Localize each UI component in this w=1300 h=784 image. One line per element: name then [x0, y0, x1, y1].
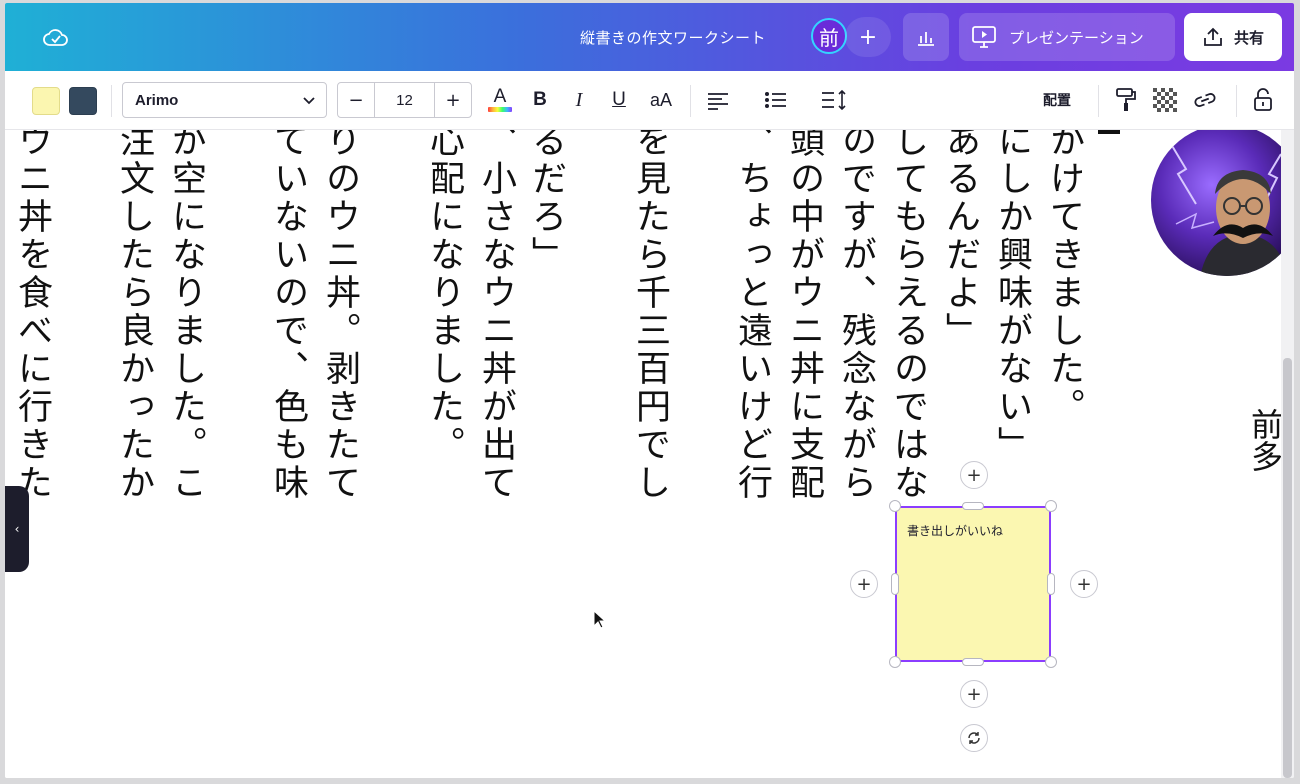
- increase-font-size-button[interactable]: +: [435, 83, 471, 117]
- text-column[interactable]: りのウニ丼。剥きたて: [318, 130, 362, 502]
- link-icon: [1194, 93, 1216, 107]
- text-column[interactable]: を見たら千三百円でし: [628, 130, 672, 502]
- text-color-button[interactable]: A: [485, 85, 515, 115]
- bullet-list-button[interactable]: [763, 85, 789, 115]
- text-column[interactable]: ていないので、色も味: [266, 130, 310, 502]
- dash-mark: [1098, 130, 1120, 134]
- bold-button[interactable]: B: [529, 85, 551, 115]
- resize-handle-bottom-left[interactable]: [889, 656, 901, 668]
- add-right-button[interactable]: +: [1070, 570, 1098, 598]
- resize-handle-top-left[interactable]: [889, 500, 901, 512]
- font-family-dropdown[interactable]: Arimo: [122, 82, 327, 118]
- text-column[interactable]: が空になりました。こ: [164, 130, 208, 502]
- font-size-stepper: − 12 +: [337, 82, 472, 118]
- rainbow-bar: [488, 107, 512, 112]
- rotate-icon: [968, 732, 980, 744]
- text-column[interactable]: 頭の中がウニ丼に支配: [782, 130, 826, 502]
- add-above-button[interactable]: +: [960, 461, 988, 489]
- text-column[interactable]: のですが、残念ながら: [834, 130, 878, 502]
- design-canvas[interactable]: かけてきました。 にしか興味がない」 あるんだよ」 してもらえるのではな のです…: [5, 130, 1281, 778]
- insights-button[interactable]: [903, 13, 949, 61]
- checkerboard-icon: [1153, 88, 1177, 112]
- unlock-icon: [1254, 88, 1272, 111]
- text-color-icon: A: [493, 86, 507, 107]
- add-below-button[interactable]: +: [960, 680, 988, 708]
- rotate-button[interactable]: [960, 724, 988, 752]
- sticky-note-text[interactable]: 書き出しがいいね: [907, 522, 1003, 539]
- copy-style-button[interactable]: [1113, 85, 1139, 115]
- lock-button[interactable]: [1251, 85, 1275, 115]
- toolbar-divider: [1098, 85, 1099, 117]
- presentation-icon: [972, 26, 996, 48]
- cloud-saved-icon[interactable]: [41, 23, 71, 53]
- text-column[interactable]: 心配になりました。: [422, 130, 466, 464]
- editor-toolbar: Arimo − 12 + A B I U aA 配置: [5, 71, 1294, 130]
- letter-case-button[interactable]: aA: [645, 85, 677, 115]
- present-button[interactable]: プレゼンテーション: [959, 13, 1175, 61]
- text-column[interactable]: あるんだよ」: [938, 130, 982, 350]
- text-column[interactable]: してもらえるのではな: [886, 130, 930, 502]
- resize-handle-left[interactable]: [891, 573, 899, 595]
- bullet-list-icon: [765, 92, 786, 108]
- transparency-button[interactable]: [1152, 85, 1178, 115]
- text-column[interactable]: るだろ」: [524, 130, 568, 274]
- line-spacing-button[interactable]: [819, 85, 849, 115]
- text-column[interactable]: 注文したら良かったか: [112, 130, 156, 502]
- text-column[interactable]: にしか興味がない」: [990, 130, 1034, 464]
- app-window: 縦書きの作文ワークシート 前 + プレゼンテーション 共有 Arimo − 12…: [5, 3, 1294, 778]
- mouse-pointer-icon: [593, 610, 607, 629]
- resize-handle-top[interactable]: [962, 502, 984, 510]
- top-header-bar: 縦書きの作文ワークシート 前 + プレゼンテーション 共有: [5, 3, 1294, 71]
- scrollbar-thumb[interactable]: [1283, 358, 1292, 778]
- paint-roller-icon: [1116, 88, 1136, 111]
- presenter-camera-image: [1151, 130, 1281, 276]
- align-left-button[interactable]: [705, 85, 731, 115]
- present-label: プレゼンテーション: [1009, 28, 1144, 47]
- arrange-button[interactable]: 配置: [1035, 85, 1079, 115]
- collapse-side-panel-button[interactable]: ‹: [5, 486, 29, 572]
- text-column[interactable]: 、小さなウニ丼が出て: [474, 130, 518, 502]
- resize-handle-bottom-right[interactable]: [1045, 656, 1057, 668]
- sticky-note[interactable]: 書き出しがいいね: [895, 506, 1051, 662]
- line-spacing-icon: [822, 89, 846, 111]
- resize-handle-right[interactable]: [1047, 573, 1055, 595]
- toolbar-divider: [111, 85, 112, 117]
- share-upload-icon: [1204, 27, 1222, 46]
- share-label: 共有: [1233, 28, 1264, 47]
- fill-color-swatch[interactable]: [32, 87, 60, 115]
- font-size-input[interactable]: 12: [374, 83, 435, 117]
- resize-handle-bottom[interactable]: [962, 658, 984, 666]
- partial-text-right[interactable]: 前多: [1246, 408, 1281, 472]
- invite-button[interactable]: +: [845, 17, 891, 57]
- share-button[interactable]: 共有: [1184, 13, 1282, 61]
- chevron-down-icon: [303, 97, 315, 105]
- italic-button[interactable]: I: [568, 85, 590, 115]
- font-name: Arimo: [135, 91, 179, 109]
- collaborator-avatar[interactable]: 前: [811, 18, 847, 54]
- bar-chart-icon: [918, 32, 934, 46]
- document-title[interactable]: 縦書きの作文ワークシート: [580, 27, 766, 48]
- toolbar-divider: [690, 85, 691, 117]
- toolbar-divider: [1236, 85, 1237, 117]
- underline-button[interactable]: U: [608, 85, 630, 115]
- link-button[interactable]: [1191, 85, 1219, 115]
- text-column[interactable]: かけてきました。: [1042, 130, 1086, 426]
- add-left-button[interactable]: +: [850, 570, 878, 598]
- align-left-icon: [708, 93, 728, 110]
- decrease-font-size-button[interactable]: −: [338, 83, 374, 117]
- text-column[interactable]: 、ちょっと遠いけど行: [730, 130, 774, 502]
- text-column[interactable]: ウニ丼を食べに行きた: [10, 130, 54, 502]
- border-color-swatch[interactable]: [69, 87, 97, 115]
- resize-handle-top-right[interactable]: [1045, 500, 1057, 512]
